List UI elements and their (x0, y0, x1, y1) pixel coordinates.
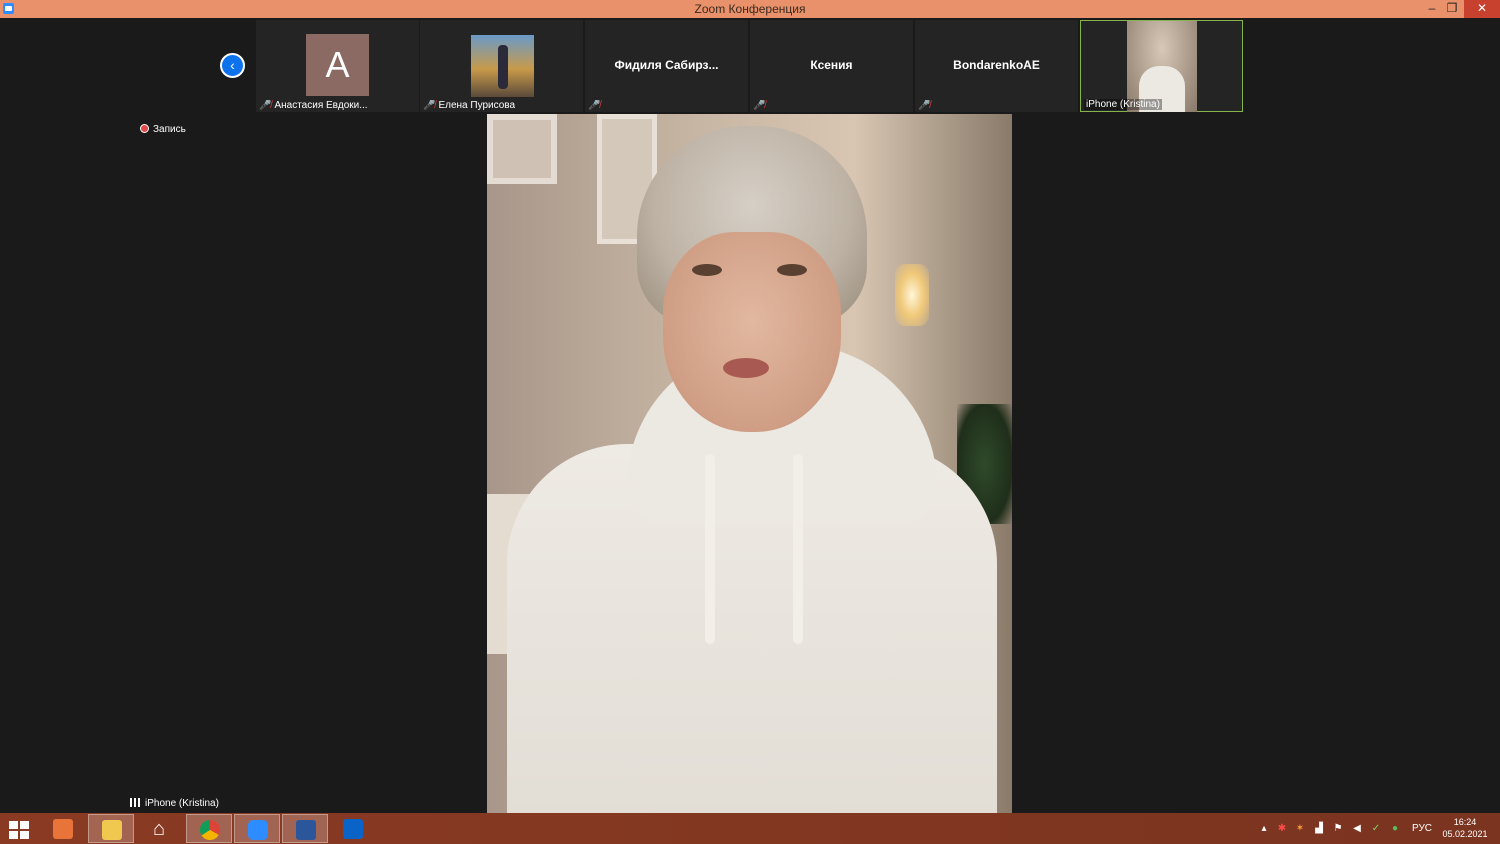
participant-name: Анастасия Евдоки... (274, 100, 368, 111)
recording-label: Запись (153, 124, 186, 135)
taskbar-zoom[interactable] (234, 814, 280, 843)
eye (777, 264, 807, 276)
hoodie-string (793, 454, 803, 644)
taskbar-file-explorer[interactable] (88, 814, 134, 843)
face (663, 232, 841, 432)
volume-icon[interactable]: ◀ (1351, 823, 1363, 835)
zoom-icon (248, 820, 268, 840)
participant-name: Елена Пурисова (438, 100, 516, 111)
mic-muted-icon: 🎤̸ (423, 100, 436, 111)
clock-time: 16:24 (1453, 817, 1477, 827)
shield-icon[interactable]: ● (1389, 823, 1401, 835)
participant-tile[interactable]: Ксения 🎤̸ (750, 20, 913, 112)
active-speaker-label: iPhone (Kristina) (130, 798, 219, 809)
wall-frame (487, 114, 557, 184)
taskbar: ⌂ ▴ ✱ ✶ ▟ ⚑ ◀ ✓ ● РУС 16:24 05.02.2021 (0, 813, 1500, 844)
participant-tile[interactable]: 🎤̸ Елена Пурисова (420, 20, 583, 112)
participant-tile[interactable]: A 🎤̸ Анастасия Евдоки... (256, 20, 419, 112)
tray-app-icon[interactable]: ✱ (1276, 823, 1288, 835)
mic-muted-icon: 🎤̸ (259, 100, 272, 111)
taskbar-outlook[interactable] (330, 814, 376, 843)
network-icon[interactable]: ▟ (1313, 823, 1325, 835)
participant-tile-active[interactable]: iPhone (Kristina) (1080, 20, 1243, 112)
participant-tile[interactable]: BondarenkoAE 🎤̸ (915, 20, 1078, 112)
clock[interactable]: 16:24 05.02.2021 (1440, 816, 1490, 840)
signal-icon (130, 798, 142, 807)
active-speaker-video (487, 114, 1012, 813)
taskbar-home[interactable]: ⌂ (136, 814, 182, 843)
participant-tile[interactable]: Фидиля Сабирз... 🎤̸ (585, 20, 748, 112)
mic-muted-icon: 🎤̸ (588, 100, 601, 111)
windows-logo-icon (9, 821, 29, 839)
restore-button[interactable]: ❐ (1440, 0, 1464, 18)
mouth (723, 358, 769, 378)
hoodie-string (705, 454, 715, 644)
taskbar-chrome[interactable] (186, 814, 232, 843)
wall-lamp (895, 264, 929, 326)
media-player-icon (53, 819, 73, 839)
participant-name: iPhone (Kristina) (1084, 99, 1162, 110)
participant-name: BondarenkoAE (953, 58, 1040, 72)
active-speaker-name: iPhone (Kristina) (145, 798, 219, 809)
eye (692, 264, 722, 276)
chrome-icon (200, 820, 220, 840)
word-icon (296, 820, 316, 840)
mic-muted-icon: 🎤̸ (918, 100, 931, 111)
meeting-stage: ‹ A 🎤̸ Анастасия Евдоки... 🎤̸ Елена Пурисо… (0, 18, 1500, 813)
home-icon: ⌂ (152, 818, 166, 840)
outlook-icon (343, 819, 363, 839)
taskbar-media-player[interactable] (40, 814, 86, 843)
participant-name: Фидиля Сабирз... (614, 58, 719, 72)
window-titlebar: Zoom Конференция – ❐ ✕ (0, 0, 1500, 18)
tray-expand-icon[interactable]: ▴ (1258, 823, 1270, 835)
taskbar-word[interactable] (282, 814, 328, 843)
mic-muted-icon: 🎤̸ (753, 100, 766, 111)
window-title: Zoom Конференция (694, 2, 806, 16)
participant-name: Ксения (810, 58, 853, 72)
record-icon (140, 124, 149, 133)
participant-avatar: A (306, 34, 369, 96)
close-button[interactable]: ✕ (1464, 0, 1500, 18)
recording-indicator[interactable]: Запись (140, 124, 186, 135)
tray-app-icon[interactable]: ✶ (1294, 823, 1306, 835)
clock-date: 05.02.2021 (1442, 829, 1488, 839)
tray-app-icon[interactable]: ✓ (1370, 823, 1382, 835)
start-button[interactable] (0, 814, 40, 843)
participant-video (471, 35, 534, 97)
language-indicator[interactable]: РУС (1412, 823, 1432, 837)
flag-icon[interactable]: ⚑ (1332, 823, 1344, 835)
folder-icon (102, 820, 122, 840)
strip-prev-button[interactable]: ‹ (220, 53, 245, 78)
